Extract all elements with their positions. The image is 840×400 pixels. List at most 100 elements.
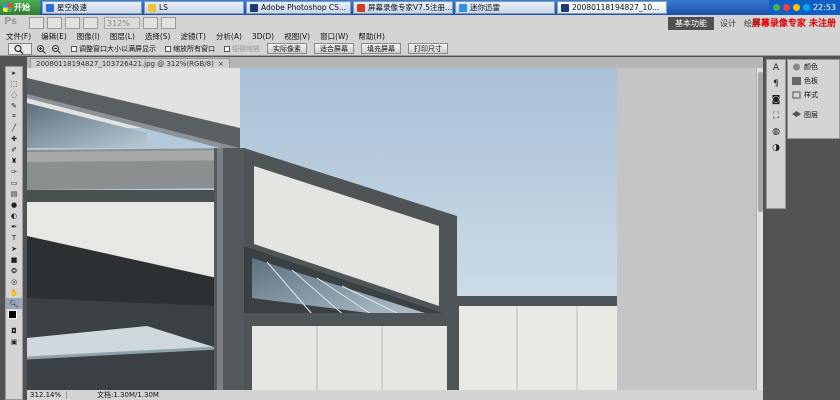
taskbar-item-folder[interactable]: LS	[144, 1, 244, 14]
document-size-info[interactable]: 文档:1.30M/1.30M	[97, 390, 159, 400]
resize-windows-checkbox[interactable]: 调整窗口大小以满屏显示	[71, 44, 156, 54]
adjustments-panel-icon[interactable]: ◑	[767, 140, 785, 156]
color-panel-tab[interactable]: 颜色	[788, 60, 839, 74]
application-bar: Ps 312% 基本功能 设计 绘画	[0, 15, 840, 32]
menu-filter[interactable]: 滤镜(T)	[181, 31, 206, 42]
system-tray: 22:53	[768, 0, 840, 15]
mask-panel-icon[interactable]: ◙	[767, 92, 785, 108]
start-button[interactable]: 开始	[0, 0, 40, 15]
checkbox-box	[71, 45, 77, 52]
move-tool-icon[interactable]: ▸	[6, 67, 22, 78]
path-selection-tool-icon[interactable]: ➤	[6, 243, 22, 254]
paragraph-panel-icon[interactable]: ¶	[767, 76, 785, 92]
layers-panel-tab[interactable]: 图层	[788, 108, 839, 122]
zoom-in-icon[interactable]	[35, 43, 47, 54]
brush-tool-icon[interactable]: ✐	[6, 144, 22, 155]
swatches-panel-label: 色板	[804, 77, 818, 85]
gradient-tool-icon[interactable]: ▤	[6, 188, 22, 199]
hand-tool-icon[interactable]	[65, 17, 80, 29]
zoom-tool-icon[interactable]: 🔍︎	[6, 298, 22, 309]
quick-selection-tool-icon[interactable]: ✎	[6, 100, 22, 111]
recorder-icon	[357, 3, 365, 12]
fit-screen-button[interactable]: 适合屏幕	[314, 43, 354, 54]
menu-window[interactable]: 窗口(W)	[320, 31, 348, 42]
character-panel-icon[interactable]: A	[767, 60, 785, 76]
folder-icon	[148, 3, 156, 12]
menu-layer[interactable]: 图层(L)	[110, 31, 135, 42]
crop-tool-icon[interactable]: ⌗	[6, 111, 22, 122]
taskbar-item-photoshop[interactable]: Adobe Photoshop CS...	[246, 1, 351, 14]
menu-image[interactable]: 图像(I)	[77, 31, 100, 42]
tool-preset-picker[interactable]	[8, 42, 32, 55]
tray-icon[interactable]	[802, 4, 810, 11]
panel-dock: 颜色 色板 样式 图层	[787, 59, 840, 139]
menu-view[interactable]: 视图(V)	[284, 31, 310, 42]
history-brush-tool-icon[interactable]: ✑	[6, 166, 22, 177]
photoshop-icon	[561, 3, 569, 12]
menu-select[interactable]: 选择(S)	[145, 31, 171, 42]
taskbar-item-browser[interactable]: 星空极速	[42, 1, 142, 14]
fill-screen-button[interactable]: 填充屏幕	[361, 43, 401, 54]
print-size-button[interactable]: 打印尺寸	[408, 43, 448, 54]
quick-mask-icon[interactable]: ◘	[6, 325, 22, 336]
swatches-icon	[792, 77, 801, 85]
eyedropper-tool-icon[interactable]: ╱	[6, 122, 22, 133]
zoom-tool-icon[interactable]	[83, 17, 98, 29]
clone-stamp-tool-icon[interactable]: ♜	[6, 155, 22, 166]
view-extras-icon[interactable]	[47, 17, 62, 29]
3d-orbit-tool-icon[interactable]: ◎	[6, 276, 22, 287]
type-tool-icon[interactable]: T	[6, 232, 22, 243]
color-swatches[interactable]	[6, 309, 22, 325]
swatches-panel-tab[interactable]: 色板	[788, 74, 839, 88]
taskbar-item-label: Adobe Photoshop CS...	[261, 3, 347, 12]
menu-edit[interactable]: 编辑(E)	[41, 31, 67, 42]
3d-rotate-tool-icon[interactable]: ❂	[6, 265, 22, 276]
menu-3d[interactable]: 3D(D)	[252, 32, 274, 41]
screen-mode-icon[interactable]: ▣	[6, 336, 22, 347]
workspace-design-button[interactable]: 设计	[720, 18, 736, 29]
styles-panel-tab[interactable]: 样式	[788, 88, 839, 102]
menu-file[interactable]: 文件(F)	[6, 31, 31, 42]
lasso-tool-icon[interactable]: ◌	[6, 89, 22, 100]
healing-brush-tool-icon[interactable]: ✚	[6, 133, 22, 144]
zoom-all-windows-checkbox[interactable]: 缩放所有窗口	[165, 44, 215, 54]
scrubby-zoom-checkbox[interactable]: 细微缩放	[224, 44, 260, 54]
taskbar-item-thunder[interactable]: 迷你迅雷	[455, 1, 555, 14]
clone-source-icon[interactable]: ◍	[767, 124, 785, 140]
document-tab[interactable]: 20080118194827_103726421.jpg @ 312%(RGB/…	[30, 58, 230, 68]
marquee-tool-icon[interactable]: ⬚	[6, 78, 22, 89]
zoom-level-select[interactable]: 312%	[104, 17, 140, 29]
tray-icon[interactable]	[772, 4, 780, 11]
workspace-essentials-button[interactable]: 基本功能	[668, 16, 714, 30]
windows-logo-icon	[3, 3, 12, 12]
status-zoom-level[interactable]: 312.14%	[27, 391, 67, 399]
document-canvas[interactable]	[27, 68, 756, 390]
rectangle-tool-icon[interactable]: ■	[6, 254, 22, 265]
arrange-documents-icon[interactable]	[143, 17, 158, 29]
taskbar-item-image[interactable]: 20080118194827_10...	[557, 1, 667, 14]
tray-icon[interactable]	[782, 4, 790, 11]
screen-mode-icon[interactable]	[161, 17, 176, 29]
eraser-tool-icon[interactable]: ▭	[6, 177, 22, 188]
blur-tool-icon[interactable]: ●	[6, 199, 22, 210]
resize-windows-label: 调整窗口大小以满屏显示	[79, 44, 156, 53]
taskbar-item-recorder[interactable]: 屏幕录像专家V7.5注册...	[353, 1, 453, 14]
scrollbar-thumb[interactable]	[758, 72, 763, 212]
menu-analysis[interactable]: 分析(A)	[216, 31, 242, 42]
hand-tool-icon[interactable]: ✋	[6, 287, 22, 298]
checkbox-box	[224, 45, 230, 52]
taskbar-item-label: LS	[159, 3, 168, 12]
recorder-watermark: 屏幕录像专家 未注册	[751, 19, 836, 29]
transform-panel-icon[interactable]: ⛶	[767, 108, 785, 124]
tray-icon[interactable]	[792, 4, 800, 11]
actual-pixels-button[interactable]: 实际像素	[267, 43, 307, 54]
bridge-icon[interactable]	[29, 17, 44, 29]
menu-help[interactable]: 帮助(H)	[358, 31, 385, 42]
dodge-tool-icon[interactable]: ◐	[6, 210, 22, 221]
pen-tool-icon[interactable]: ✒	[6, 221, 22, 232]
zoom-out-icon[interactable]	[50, 43, 62, 54]
vertical-scrollbar[interactable]	[756, 68, 763, 390]
close-icon[interactable]: ×	[218, 60, 224, 68]
foreground-color-swatch[interactable]	[8, 310, 17, 319]
color-panel-label: 颜色	[804, 63, 818, 71]
